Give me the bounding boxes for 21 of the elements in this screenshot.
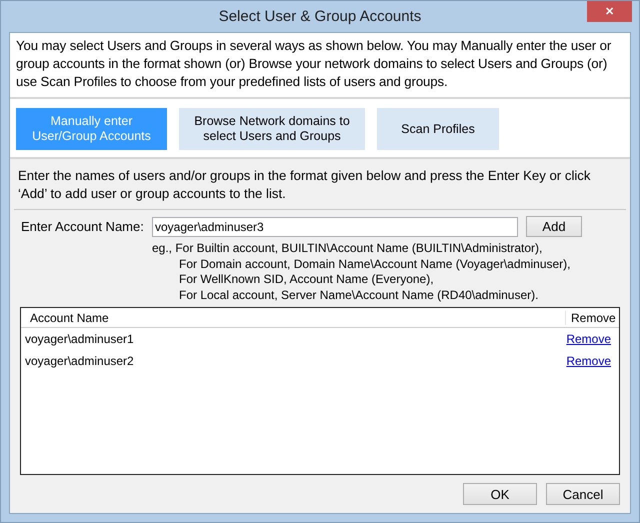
example-text: For Local account, Server Name\Account Name (RD40\adminuser). — [178, 288, 540, 303]
example-text: eg., For Builtin account, BUILTIN\Account Name (BUILTIN\Administrator), — [152, 241, 544, 256]
close-button[interactable]: ✕ — [587, 1, 632, 22]
remove-link[interactable]: Remove — [566, 354, 611, 368]
field-label: Enter Account Name: — [21, 219, 145, 234]
example-text: For Domain account, Domain Name\Account Name (Voyager\adminuser), — [178, 256, 572, 272]
example-text: For WellKnown SID, Account Name (Everyone), — [178, 272, 435, 288]
remove-link[interactable]: Remove — [566, 332, 611, 346]
dialog-button[interactable]: Cancel — [546, 483, 620, 505]
account-name-field[interactable]: voyager\adminuser3 — [152, 216, 518, 236]
column-header[interactable]: Remove — [565, 310, 619, 324]
column-header[interactable]: Account Name — [21, 310, 565, 324]
instructions-text: Enter the names of users and/or groups in the format given below and press the Enter Key or click ‘Add’ to add user or group accounts to the list. — [14, 159, 626, 210]
mode-tab[interactable]: Scan Profiles — [377, 108, 499, 150]
mode-tab[interactable]: Browse Network domains to select Users and Groups — [179, 108, 365, 150]
dialog-button[interactable]: OK — [463, 483, 537, 505]
table-cell-text: voyager\adminuser2 — [25, 354, 135, 368]
table-cell-text: voyager\adminuser1 — [25, 332, 135, 346]
window-title: Select User & Group Accounts — [218, 8, 422, 25]
add-button[interactable]: Add — [526, 216, 582, 237]
intro-text: You may select Users and Groups in several ways as shown below. You may Manually enter the user or group accounts in the format shown (or) Browse your network domains to select Users and Groups (or) use Scan Profiles to choose from your predefined lists of users and groups. — [10, 33, 630, 99]
